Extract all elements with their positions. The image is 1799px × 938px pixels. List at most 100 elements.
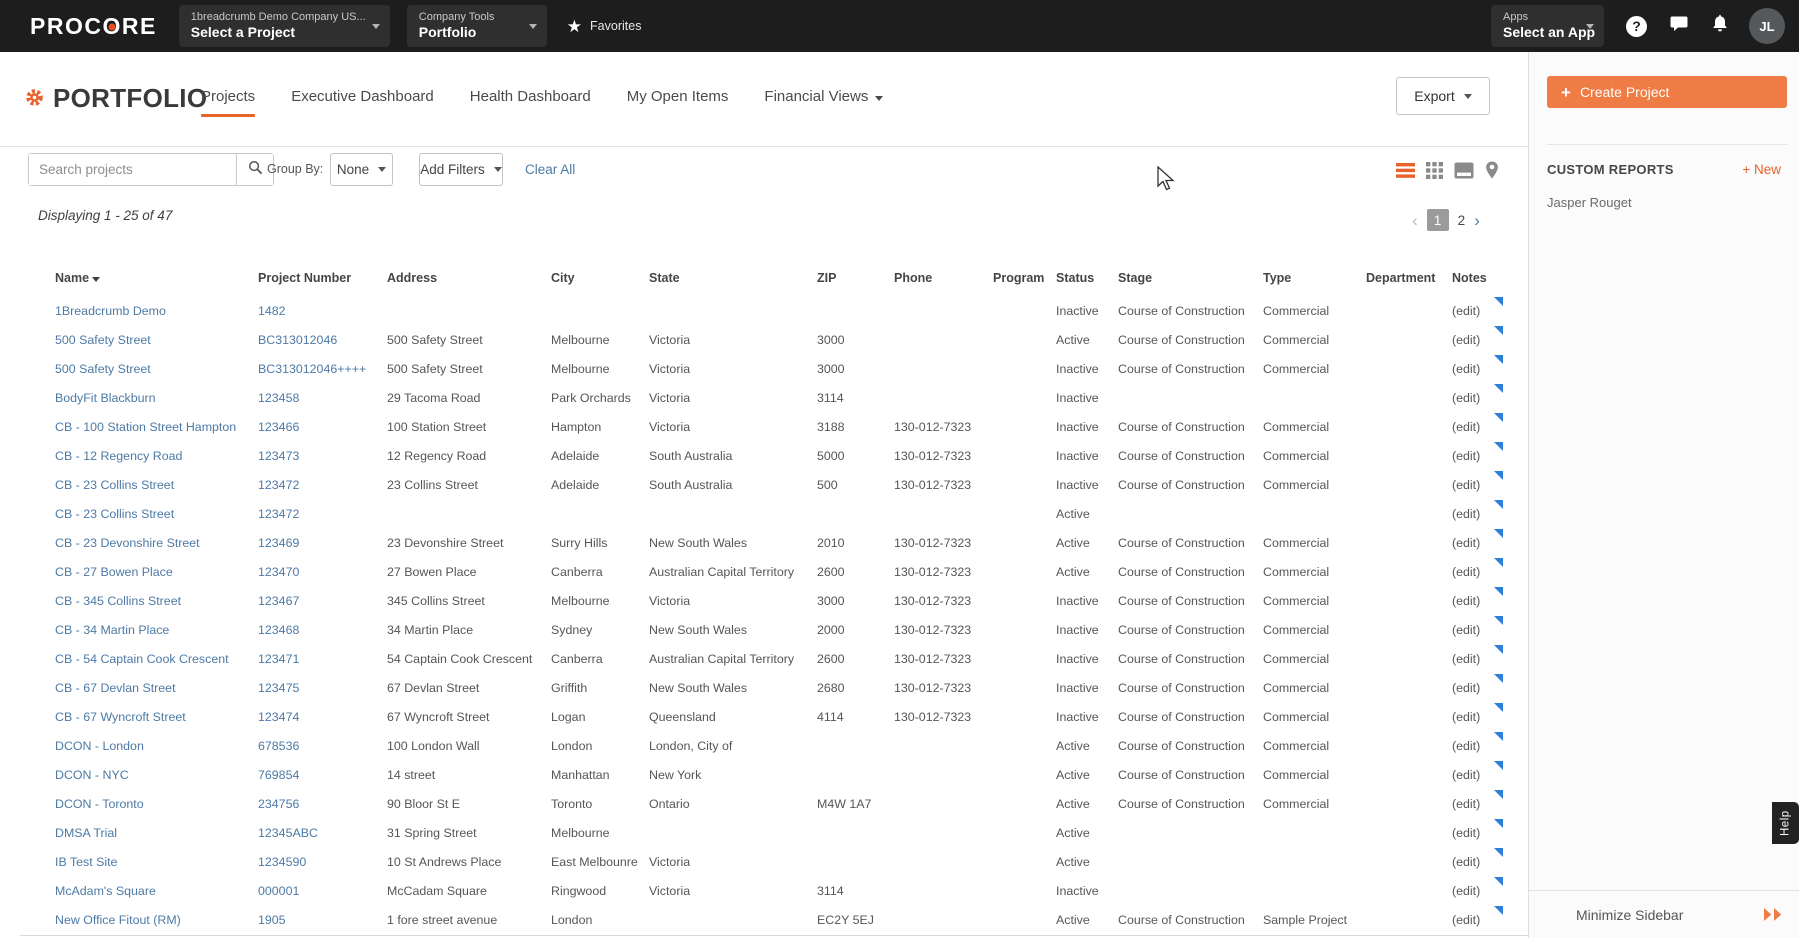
- project-selector-dropdown[interactable]: 1breadcrumb Demo Company US... Select a …: [179, 5, 390, 47]
- next-page-chevron[interactable]: ›: [1474, 212, 1480, 229]
- cell-number[interactable]: 123469: [258, 536, 387, 550]
- column-header-department[interactable]: Department: [1366, 271, 1452, 285]
- cell-number[interactable]: 123473: [258, 449, 387, 463]
- column-header-state[interactable]: State: [649, 271, 817, 285]
- cell-name[interactable]: CB - 100 Station Street Hampton: [55, 420, 258, 434]
- cell-name[interactable]: 1Breadcrumb Demo: [55, 304, 258, 318]
- column-header-notes[interactable]: Notes: [1452, 271, 1502, 285]
- avatar[interactable]: JL: [1749, 8, 1785, 44]
- cell-name[interactable]: New Office Fitout (RM): [55, 913, 258, 927]
- grid-view-icon[interactable]: [1426, 162, 1443, 179]
- cell-state: New York: [649, 768, 817, 782]
- custom-report-item[interactable]: Jasper Rouget: [1547, 195, 1632, 210]
- cell-number[interactable]: 123471: [258, 652, 387, 666]
- column-header-project-number[interactable]: Project Number: [258, 271, 387, 285]
- cell-name[interactable]: CB - 67 Devlan Street: [55, 681, 258, 695]
- cell-stage: Course of Construction: [1118, 594, 1263, 608]
- search-input[interactable]: [29, 154, 236, 185]
- column-header-type[interactable]: Type: [1263, 271, 1366, 285]
- cell-name[interactable]: CB - 67 Wyncroft Street: [55, 710, 258, 724]
- cell-name[interactable]: IB Test Site: [55, 855, 258, 869]
- previous-page-chevron[interactable]: ‹: [1412, 212, 1418, 229]
- cell-number[interactable]: 1234590: [258, 855, 387, 869]
- company-tools-value: Portfolio: [419, 24, 517, 41]
- list-view-icon[interactable]: [1396, 163, 1415, 178]
- cell-number[interactable]: 678536: [258, 739, 387, 753]
- cell-number[interactable]: 123472: [258, 507, 387, 521]
- column-header-phone[interactable]: Phone: [894, 271, 993, 285]
- column-header-stage[interactable]: Stage: [1118, 271, 1263, 285]
- cell-name[interactable]: CB - 345 Collins Street: [55, 594, 258, 608]
- cell-name[interactable]: 500 Safety Street: [55, 333, 258, 347]
- chat-button[interactable]: [1669, 15, 1689, 38]
- cell-number[interactable]: 123472: [258, 478, 387, 492]
- column-header-program[interactable]: Program: [993, 271, 1056, 285]
- cell-address: 100 Station Street: [387, 420, 551, 434]
- tab-financial-views[interactable]: Financial Views: [764, 88, 883, 117]
- cell-number[interactable]: 12345ABC: [258, 826, 387, 840]
- card-view-icon[interactable]: [1454, 162, 1474, 179]
- tab-health-dashboard[interactable]: Health Dashboard: [470, 88, 591, 117]
- cell-address: 23 Collins Street: [387, 478, 551, 492]
- cell-number[interactable]: 123475: [258, 681, 387, 695]
- cell-name[interactable]: CB - 34 Martin Place: [55, 623, 258, 637]
- minimize-sidebar-button[interactable]: Minimize Sidebar: [1529, 891, 1799, 938]
- column-header-address[interactable]: Address: [387, 271, 551, 285]
- cell-name[interactable]: DCON - Toronto: [55, 797, 258, 811]
- column-header-city[interactable]: City: [551, 271, 649, 285]
- procore-logo[interactable]: PROCORE: [30, 13, 157, 40]
- table-row: CB - 27 Bowen Place12347027 Bowen PlaceC…: [55, 557, 1502, 586]
- cell-number[interactable]: 123474: [258, 710, 387, 724]
- cell-name[interactable]: BodyFit Blackburn: [55, 391, 258, 405]
- column-header-name[interactable]: Name: [55, 271, 258, 285]
- notifications-button[interactable]: [1711, 14, 1729, 39]
- column-header-zip[interactable]: ZIP: [817, 271, 894, 285]
- help-tab[interactable]: Help: [1772, 802, 1799, 844]
- cell-name[interactable]: CB - 23 Collins Street: [55, 507, 258, 521]
- tab-executive-dashboard[interactable]: Executive Dashboard: [291, 88, 434, 117]
- cell-number[interactable]: 1482: [258, 304, 387, 318]
- company-tools-dropdown[interactable]: Company Tools Portfolio: [407, 5, 547, 47]
- cell-number[interactable]: 234756: [258, 797, 387, 811]
- help-button[interactable]: ?: [1626, 16, 1647, 37]
- page-1-button[interactable]: 1: [1427, 209, 1449, 231]
- cell-phone: 130-012-7323: [894, 710, 993, 724]
- page-2-button[interactable]: 2: [1458, 213, 1466, 228]
- add-filters-dropdown[interactable]: Add Filters: [419, 153, 503, 186]
- cell-name[interactable]: CB - 12 Regency Road: [55, 449, 258, 463]
- cell-number[interactable]: 000001: [258, 884, 387, 898]
- cell-name[interactable]: CB - 23 Collins Street: [55, 478, 258, 492]
- apps-selector-dropdown[interactable]: Apps Select an App: [1491, 5, 1604, 47]
- cell-name[interactable]: McAdam's Square: [55, 884, 258, 898]
- cell-stage: Course of Construction: [1118, 768, 1263, 782]
- cell-number[interactable]: 123466: [258, 420, 387, 434]
- table-row: CB - 23 Collins Street123472Active(edit): [55, 499, 1502, 528]
- column-header-status[interactable]: Status: [1056, 271, 1118, 285]
- cell-number[interactable]: 769854: [258, 768, 387, 782]
- export-button[interactable]: Export: [1396, 77, 1490, 115]
- cell-number[interactable]: 123467: [258, 594, 387, 608]
- group-by-dropdown[interactable]: None: [330, 153, 393, 186]
- tab-my-open-items[interactable]: My Open Items: [627, 88, 729, 117]
- map-view-icon[interactable]: [1485, 161, 1499, 179]
- new-report-link[interactable]: + New: [1742, 162, 1781, 177]
- tab-projects[interactable]: Projects: [201, 88, 255, 117]
- favorites-button[interactable]: ★ Favorites: [567, 18, 642, 35]
- create-project-button[interactable]: + Create Project: [1547, 76, 1787, 108]
- cell-name[interactable]: DCON - London: [55, 739, 258, 753]
- cell-number[interactable]: 1905: [258, 913, 387, 927]
- cell-number[interactable]: 123470: [258, 565, 387, 579]
- clear-all-link[interactable]: Clear All: [525, 162, 575, 177]
- cell-phone: 130-012-7323: [894, 623, 993, 637]
- cell-number[interactable]: 123468: [258, 623, 387, 637]
- cell-number[interactable]: BC313012046++++: [258, 362, 387, 376]
- cell-name[interactable]: 500 Safety Street: [55, 362, 258, 376]
- gear-icon[interactable]: [25, 88, 44, 112]
- cell-name[interactable]: CB - 54 Captain Cook Crescent: [55, 652, 258, 666]
- cell-name[interactable]: CB - 27 Bowen Place: [55, 565, 258, 579]
- cell-number[interactable]: 123458: [258, 391, 387, 405]
- cell-number[interactable]: BC313012046: [258, 333, 387, 347]
- cell-name[interactable]: DCON - NYC: [55, 768, 258, 782]
- cell-name[interactable]: CB - 23 Devonshire Street: [55, 536, 258, 550]
- cell-name[interactable]: DMSA Trial: [55, 826, 258, 840]
